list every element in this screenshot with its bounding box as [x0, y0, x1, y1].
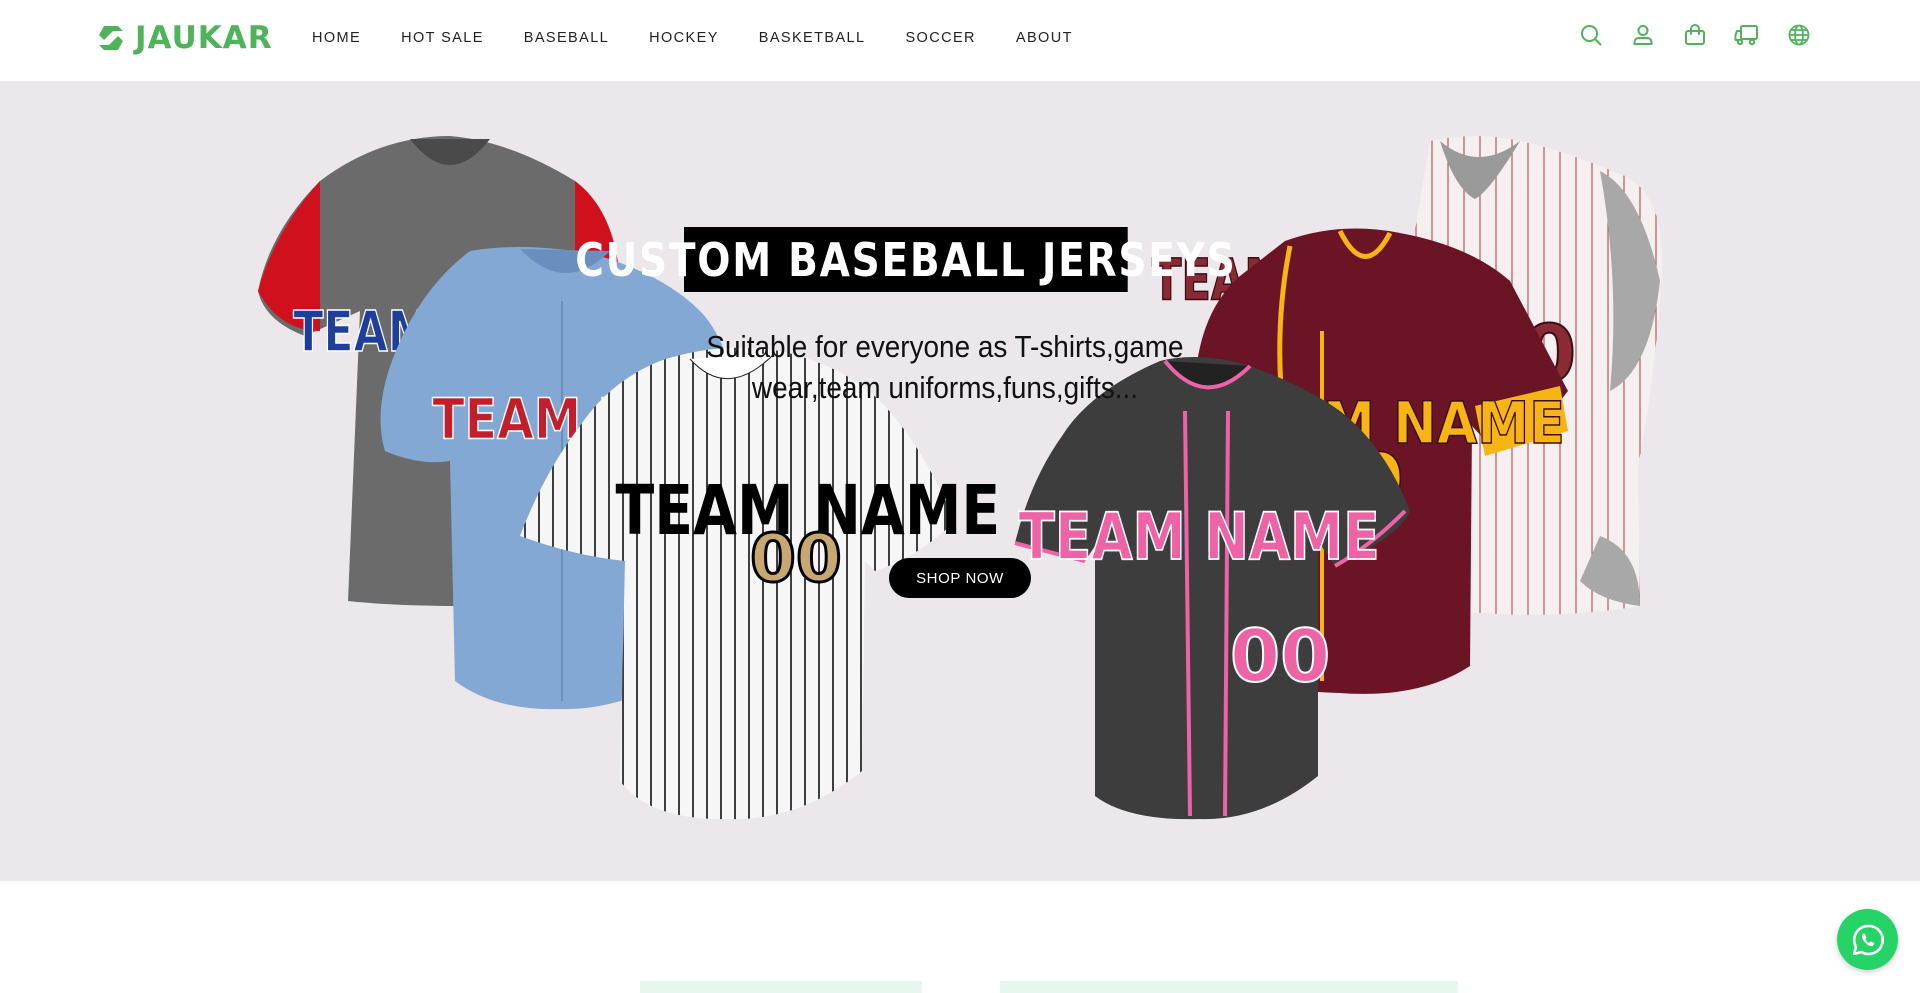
- nav-soccer[interactable]: SOCCER: [905, 30, 975, 46]
- brand-name: JAUKAR: [135, 20, 273, 56]
- feature-card-1: [640, 981, 922, 993]
- search-icon[interactable]: [1577, 20, 1604, 50]
- nav-about[interactable]: ABOUT: [1016, 30, 1073, 46]
- hero-subtitle-line2: wear,team uniforms,funs,gifts...: [751, 370, 1139, 405]
- shipping-truck-icon[interactable]: [1733, 20, 1760, 50]
- nav-baseball[interactable]: BASEBALL: [524, 30, 609, 46]
- jersey3-number: 00: [750, 520, 842, 597]
- whatsapp-icon: [1852, 924, 1884, 955]
- hero-jerseys-illustration: TEAM NAME 0 TEAM NAME 0 TEAM NAME 00: [258, 136, 1663, 820]
- account-icon[interactable]: [1629, 20, 1656, 50]
- shop-now-button[interactable]: SHOP NOW: [889, 558, 1031, 598]
- jersey4-team-text: TEAM NAME: [1018, 500, 1379, 575]
- main-nav: HOME HOT SALE BASEBALL HOCKEY BASKETBALL…: [312, 30, 1113, 46]
- header-actions: [1577, 20, 1812, 50]
- feature-card-2: [1000, 981, 1458, 993]
- language-globe-icon[interactable]: [1785, 20, 1812, 50]
- brand-logo[interactable]: JAUKAR: [95, 20, 273, 56]
- site-header: JAUKAR HOME HOT SALE BASEBALL HOCKEY BAS…: [0, 0, 1920, 82]
- nav-hockey[interactable]: HOCKEY: [649, 30, 719, 46]
- cart-icon[interactable]: [1681, 20, 1708, 50]
- nav-basketball[interactable]: BASKETBALL: [759, 30, 866, 46]
- jersey4-number: 00: [1230, 614, 1330, 698]
- hero-subtitle: Suitable for everyone as T-shirts,game w…: [671, 326, 1220, 408]
- hero-subtitle-line1: Suitable for everyone as T-shirts,game: [706, 329, 1184, 364]
- nav-hot-sale[interactable]: HOT SALE: [401, 30, 484, 46]
- whatsapp-chat-button[interactable]: [1837, 909, 1898, 970]
- hero-banner: TEAM NAME 0 TEAM NAME 0 TEAM NAME 00: [0, 81, 1920, 881]
- hero-headline: CUSTOM BASEBALL JERSEYS: [575, 227, 1235, 292]
- logo-mark-icon: [99, 26, 123, 50]
- nav-home[interactable]: HOME: [312, 30, 361, 46]
